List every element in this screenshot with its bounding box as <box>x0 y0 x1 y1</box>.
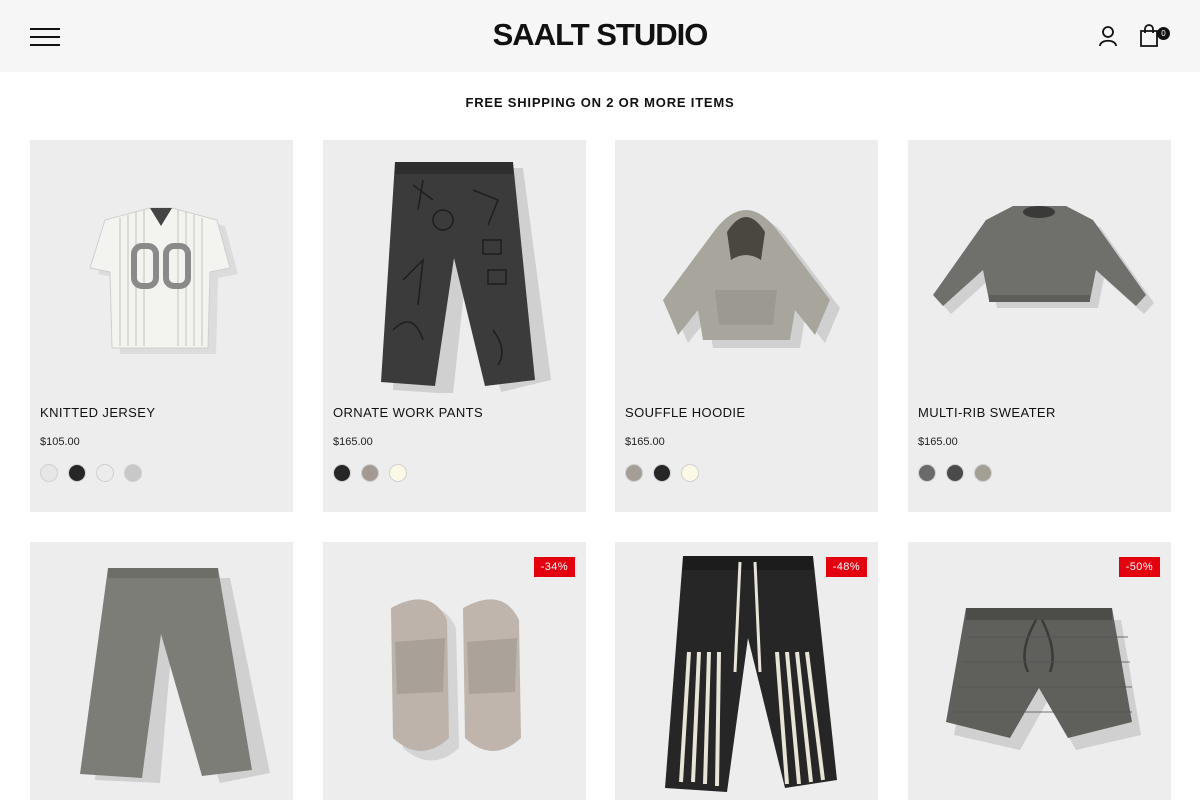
product-image-hoodie[interactable] <box>615 140 878 393</box>
color-swatch-grey[interactable] <box>124 464 142 482</box>
product-card[interactable] <box>30 542 293 800</box>
sale-badge: -48% <box>825 557 867 577</box>
product-image-pants[interactable] <box>323 140 586 394</box>
color-swatch-dark-grey[interactable] <box>946 464 964 482</box>
color-swatch-olive-grey[interactable] <box>974 464 992 482</box>
brand-logo[interactable]: SAALT STUDIO <box>493 17 709 52</box>
product-card[interactable]: -48% <box>615 542 878 800</box>
cart-count-badge: 0 <box>1157 27 1170 40</box>
product-image-sweater[interactable] <box>908 140 1171 393</box>
user-icon[interactable] <box>1097 25 1119 47</box>
product-card[interactable]: -34% <box>323 542 586 800</box>
color-swatches <box>625 464 699 482</box>
product-price: $165.00 <box>333 436 373 448</box>
color-swatch-black[interactable] <box>68 464 86 482</box>
product-image-knit-shorts[interactable] <box>908 542 1171 795</box>
color-swatch-light-grey[interactable] <box>40 464 58 482</box>
product-name[interactable]: SOUFFLE HOODIE <box>625 405 745 420</box>
site-header: SAALT STUDIO 0 <box>0 0 1200 72</box>
color-swatches <box>40 464 142 482</box>
color-swatch-cream[interactable] <box>389 464 407 482</box>
product-name[interactable]: MULTI-RIB SWEATER <box>918 405 1056 420</box>
product-image-slides[interactable] <box>323 542 586 795</box>
color-swatches <box>333 464 407 482</box>
product-card[interactable]: MULTI-RIB SWEATER $165.00 <box>908 140 1171 512</box>
product-card[interactable]: SOUFFLE HOODIE $165.00 <box>615 140 878 512</box>
product-image-track-pants[interactable] <box>615 542 878 795</box>
product-name[interactable]: KNITTED JERSEY <box>40 405 155 420</box>
color-swatches <box>918 464 992 482</box>
color-swatch-cream[interactable] <box>681 464 699 482</box>
color-swatch-black[interactable] <box>653 464 671 482</box>
color-swatch-black[interactable] <box>333 464 351 482</box>
sale-badge: -50% <box>1118 557 1160 577</box>
product-price: $165.00 <box>918 436 958 448</box>
color-swatch-white[interactable] <box>96 464 114 482</box>
announcement-bar: FREE SHIPPING ON 2 OR MORE ITEMS <box>465 95 735 110</box>
product-name[interactable]: ORNATE WORK PANTS <box>333 405 483 420</box>
product-card[interactable]: ORNATE WORK PANTS $165.00 <box>323 140 586 512</box>
product-price: $165.00 <box>625 436 665 448</box>
product-image-jersey[interactable] <box>30 140 293 393</box>
product-image-trousers[interactable] <box>30 542 293 795</box>
sale-badge: -34% <box>533 557 575 577</box>
color-swatch-stone[interactable] <box>625 464 643 482</box>
product-price: $105.00 <box>40 436 80 448</box>
product-card[interactable]: KNITTED JERSEY $105.00 <box>30 140 293 512</box>
color-swatch-taupe[interactable] <box>361 464 379 482</box>
product-card[interactable]: -50% <box>908 542 1171 800</box>
color-swatch-charcoal[interactable] <box>918 464 936 482</box>
